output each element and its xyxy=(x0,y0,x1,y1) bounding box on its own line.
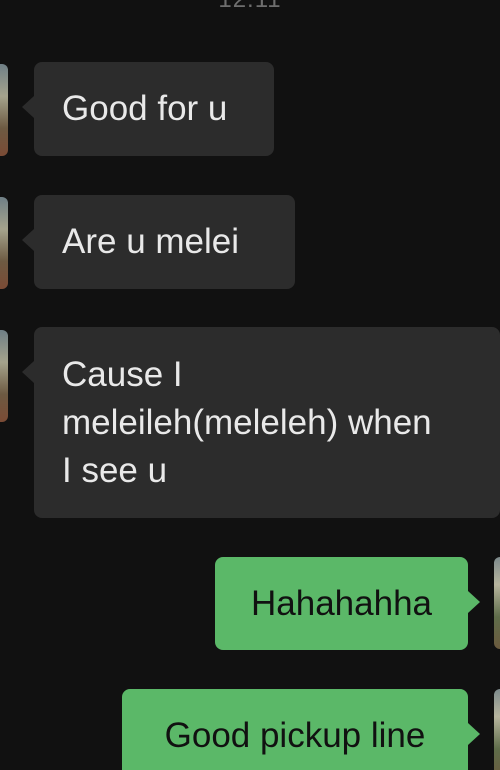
avatar-image xyxy=(494,689,500,770)
contact-avatar[interactable] xyxy=(0,330,8,422)
my-avatar[interactable] xyxy=(494,557,500,649)
message-text: Good pickup line xyxy=(164,715,426,755)
outgoing-message-bubble[interactable]: Hahahahha xyxy=(215,557,480,650)
incoming-message-bubble[interactable]: Are u melei xyxy=(22,195,295,289)
outgoing-message-bubble[interactable]: Good pickup line xyxy=(122,689,480,770)
avatar-image xyxy=(494,557,500,649)
my-avatar[interactable] xyxy=(494,689,500,770)
chat-screen: 12:11 Good for u Are u melei Cause I mel… xyxy=(0,0,500,770)
avatar-image xyxy=(0,330,8,422)
incoming-message-bubble[interactable]: Cause I meleileh(meleleh) when I see u xyxy=(22,327,500,518)
contact-avatar[interactable] xyxy=(0,197,8,289)
message-text-line: I see u xyxy=(62,451,168,490)
avatar-image xyxy=(0,197,8,289)
message-text-line: Cause I xyxy=(62,355,183,394)
message-timestamp: 12:11 xyxy=(0,0,500,14)
contact-avatar[interactable] xyxy=(0,64,8,156)
message-text: Are u melei xyxy=(62,222,240,261)
message-text: Hahahahha xyxy=(251,583,432,623)
message-text-line: meleileh(meleleh) when xyxy=(62,403,432,442)
avatar-image xyxy=(0,64,8,156)
message-text: Good for u xyxy=(62,89,228,128)
incoming-message-bubble[interactable]: Good for u xyxy=(22,62,274,156)
